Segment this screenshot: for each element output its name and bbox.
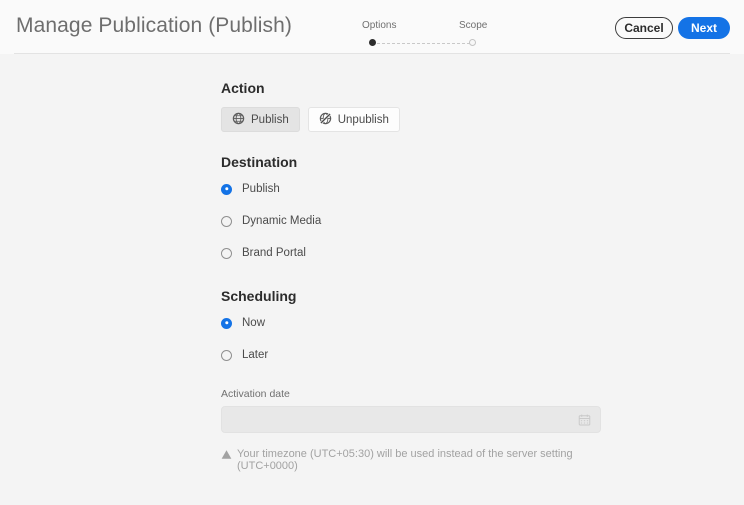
scheduling-section-title: Scheduling xyxy=(221,288,297,304)
page-title: Manage Publication (Publish) xyxy=(16,14,292,37)
radio-unselected-icon xyxy=(221,349,232,361)
action-publish-label: Publish xyxy=(251,113,289,126)
action-unpublish-button[interactable]: Unpublish xyxy=(307,107,400,132)
content-area: Action Publish Unpublish Destination Pub… xyxy=(0,54,744,505)
destination-radio-publish[interactable]: Publish xyxy=(221,180,621,198)
destination-radio-dynamic-media-label: Dynamic Media xyxy=(242,215,322,227)
destination-radio-brand-portal-label: Brand Portal xyxy=(242,247,306,259)
scheduling-radio-now-label: Now xyxy=(242,317,266,329)
activation-date-label: Activation date xyxy=(221,388,290,400)
action-publish-button[interactable]: Publish xyxy=(221,107,300,132)
globe-icon xyxy=(232,112,245,128)
globe-slash-icon xyxy=(319,112,332,128)
action-section-title: Action xyxy=(221,80,265,96)
step-label-options: Options xyxy=(362,20,397,31)
step-dot-scope[interactable] xyxy=(469,39,476,46)
destination-section-title: Destination xyxy=(221,154,298,170)
destination-radio-brand-portal[interactable]: Brand Portal xyxy=(221,244,621,262)
cancel-button[interactable]: Cancel xyxy=(615,17,673,39)
radio-unselected-icon xyxy=(221,247,232,259)
timezone-warning-text: Your timezone (UTC+05:30) will be used i… xyxy=(237,448,573,472)
radio-unselected-icon xyxy=(221,215,232,227)
activation-date-input[interactable] xyxy=(221,406,601,433)
destination-radio-publish-label: Publish xyxy=(242,183,280,195)
scheduling-radio-now[interactable]: Now xyxy=(221,314,621,332)
publication-form: Action Publish Unpublish Destination Pub… xyxy=(221,54,621,472)
timezone-warning: Your timezone (UTC+05:30) will be used i… xyxy=(221,448,621,472)
calendar-icon[interactable] xyxy=(578,413,591,426)
warning-triangle-icon xyxy=(221,449,232,463)
step-indicator: Options Scope xyxy=(355,20,495,50)
action-button-group: Publish Unpublish xyxy=(221,107,621,132)
radio-selected-icon xyxy=(221,317,232,329)
scheduling-radio-later-label: Later xyxy=(242,349,269,361)
page-header: Manage Publication (Publish) Options Sco… xyxy=(0,0,744,54)
action-unpublish-label: Unpublish xyxy=(337,113,389,126)
next-button[interactable]: Next xyxy=(678,17,730,39)
destination-radio-dynamic-media[interactable]: Dynamic Media xyxy=(221,212,621,230)
step-label-scope: Scope xyxy=(459,20,488,31)
radio-selected-icon xyxy=(221,183,232,195)
step-dot-options[interactable] xyxy=(369,39,376,46)
step-connector-line xyxy=(372,43,470,45)
scheduling-radio-later[interactable]: Later xyxy=(221,346,621,364)
